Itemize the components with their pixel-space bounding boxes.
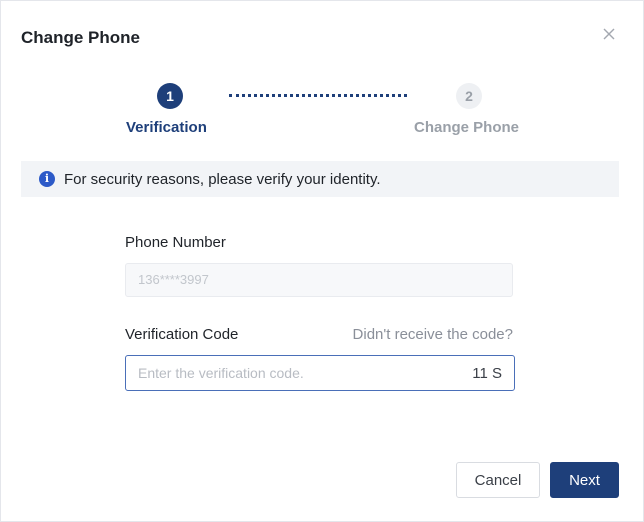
phone-number-label: Phone Number	[125, 234, 226, 251]
step-2-indicator: 2	[456, 83, 482, 109]
step-connector	[229, 94, 407, 97]
step-1-indicator: 1	[157, 83, 183, 109]
verification-code-input[interactable]	[138, 358, 473, 388]
info-icon: i	[39, 171, 55, 187]
dialog-title: Change Phone	[21, 28, 141, 47]
cancel-button[interactable]: Cancel	[456, 462, 540, 498]
verification-code-label: Verification Code	[125, 326, 239, 343]
change-phone-dialog: Change Phone 1 2 Verification Change Pho…	[0, 0, 644, 522]
verification-code-field: 11 S	[125, 355, 515, 391]
resend-countdown: 11 S	[472, 364, 502, 382]
close-icon[interactable]	[600, 25, 618, 43]
phone-number-field: 136****3997	[125, 263, 513, 297]
banner-text: For security reasons, please verify your…	[64, 170, 381, 188]
next-button[interactable]: Next	[550, 462, 619, 498]
step-2-label: Change Phone	[414, 119, 520, 136]
resend-code-link[interactable]: Didn't receive the code?	[353, 326, 513, 343]
security-info-banner: i For security reasons, please verify yo…	[21, 161, 619, 197]
step-1-label: Verification	[126, 119, 207, 136]
